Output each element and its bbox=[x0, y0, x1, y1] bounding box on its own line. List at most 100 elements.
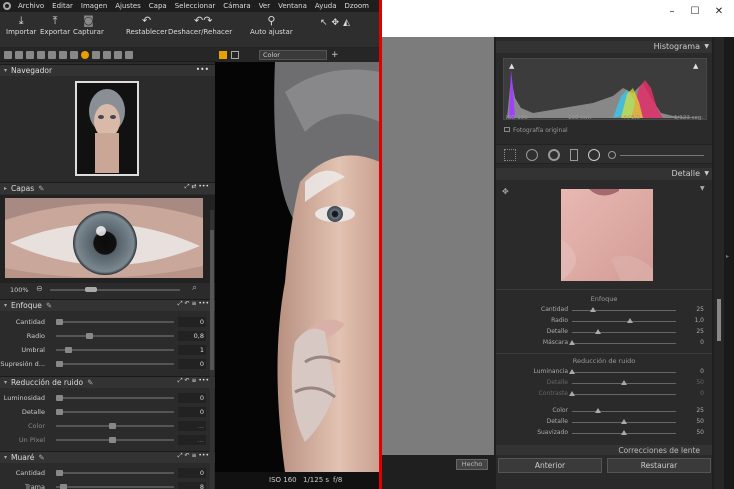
slider-track[interactable] bbox=[56, 472, 174, 474]
add-icon[interactable]: + bbox=[331, 50, 339, 60]
close-icon[interactable]: ✕ bbox=[709, 6, 729, 20]
slider-knob[interactable] bbox=[60, 484, 68, 489]
detail-slider-value[interactable]: 25 bbox=[678, 328, 704, 335]
exportar-button[interactable]: ⤒ Exportar bbox=[40, 14, 70, 36]
muare-header[interactable]: ▾ Muaré ✎ ⤢ ↶ ≡ ••• bbox=[0, 451, 215, 463]
pencil-icon[interactable]: ✎ bbox=[87, 378, 93, 387]
style-tab-icon[interactable] bbox=[70, 50, 78, 59]
slider-value-field[interactable]: 0 bbox=[178, 359, 206, 369]
detalle-header[interactable]: Detalle ▼ bbox=[496, 168, 712, 180]
detail-slider-knob[interactable] bbox=[621, 430, 627, 435]
slider-value-field[interactable]: 8 bbox=[178, 482, 206, 489]
slider-track[interactable] bbox=[56, 397, 174, 399]
chevron-right-icon[interactable]: ▸ bbox=[726, 253, 729, 260]
detail-slider-knob[interactable] bbox=[595, 408, 601, 413]
brush-icon[interactable] bbox=[608, 151, 616, 159]
detail-slider-knob[interactable] bbox=[569, 391, 575, 396]
slider-value-field[interactable]: ... bbox=[178, 421, 206, 431]
menu-ventana[interactable]: Ventana bbox=[274, 2, 311, 10]
eye-zoom-view[interactable] bbox=[5, 198, 203, 278]
deshacer-button[interactable]: ↶↷ Deshacer/Rehacer bbox=[168, 14, 232, 36]
detail-slider-knob[interactable] bbox=[621, 380, 627, 385]
target-adjust-icon[interactable]: ✥ bbox=[502, 187, 509, 196]
menu-editar[interactable]: Editar bbox=[48, 2, 77, 10]
detail-slider-value[interactable]: 50 bbox=[678, 418, 704, 425]
capture-tab-icon[interactable] bbox=[15, 50, 23, 59]
detail-slider-knob[interactable] bbox=[569, 369, 575, 374]
loupe-area[interactable] bbox=[382, 37, 494, 455]
slider-value-field[interactable]: 0 bbox=[178, 407, 206, 417]
detail-slider-track[interactable] bbox=[572, 343, 676, 344]
zoom-slider[interactable] bbox=[50, 289, 180, 291]
slider-value-field[interactable]: ... bbox=[178, 435, 206, 445]
zoom-slider-knob[interactable] bbox=[85, 287, 97, 292]
menu-ver[interactable]: Ver bbox=[255, 2, 274, 10]
panel-actions-icon[interactable]: ⤢ ↶ ≡ ••• bbox=[178, 452, 209, 460]
red-eye-icon[interactable] bbox=[548, 149, 560, 161]
spot-removal-icon[interactable] bbox=[526, 149, 538, 161]
graduated-filter-icon[interactable] bbox=[570, 149, 578, 161]
auto-ajustar-button[interactable]: ⚲ Auto ajustar bbox=[250, 14, 293, 36]
restaurar-button[interactable]: Restaurar bbox=[607, 458, 711, 473]
capturar-button[interactable]: ◙ Capturar bbox=[73, 14, 104, 36]
restablecer-button[interactable]: ↶ Restablecer bbox=[126, 14, 167, 36]
panel-actions-icon[interactable]: ⤢ ⇄ ••• bbox=[185, 183, 209, 191]
slider-track[interactable] bbox=[56, 335, 174, 337]
left-panel-scrollbar[interactable] bbox=[210, 210, 214, 489]
slider-track[interactable] bbox=[56, 411, 174, 413]
pencil-icon[interactable]: ✎ bbox=[38, 184, 44, 193]
slider-value-field[interactable]: 0,8 bbox=[178, 331, 206, 341]
slider-knob[interactable] bbox=[64, 347, 72, 353]
detail-slider-track[interactable] bbox=[572, 321, 676, 322]
more-icon[interactable]: ••• bbox=[196, 65, 209, 74]
menu-dzoom[interactable]: Dzoom bbox=[341, 2, 373, 10]
enfoque-header[interactable]: ▾ Enfoque ✎ ⤢ ↶ ≡ ••• bbox=[0, 299, 215, 311]
panel-actions-icon[interactable]: ⤢ ↶ ≡ ••• bbox=[178, 377, 209, 385]
maximize-icon[interactable]: ☐ bbox=[685, 6, 705, 20]
reduccion-header[interactable]: ▾ Reducción de ruido ✎ ⤢ ↶ ≡ ••• bbox=[0, 376, 215, 388]
detail-preview[interactable] bbox=[561, 189, 653, 281]
slider-knob[interactable] bbox=[85, 333, 93, 339]
slider-knob[interactable] bbox=[56, 319, 63, 325]
slider-knob[interactable] bbox=[56, 470, 63, 476]
slider-value-field[interactable]: 0 bbox=[178, 393, 206, 403]
cursor-tools-icon[interactable]: ↖✥◭ bbox=[320, 18, 354, 28]
detail-slider-value[interactable]: 50 bbox=[678, 429, 704, 436]
slider-knob[interactable] bbox=[109, 423, 117, 429]
detail-slider-value[interactable]: 0 bbox=[678, 339, 704, 346]
search-icon[interactable]: ⌕ bbox=[192, 283, 197, 293]
fotografia-original-toggle[interactable]: Fotografía original bbox=[504, 127, 568, 134]
slider-knob[interactable] bbox=[56, 409, 63, 415]
capas-header[interactable]: ▸ Capas ✎ ⤢ ⇄ ••• bbox=[0, 182, 215, 194]
slider-knob[interactable] bbox=[56, 361, 63, 367]
detail-slider-track[interactable] bbox=[572, 411, 676, 412]
checkbox-icon[interactable] bbox=[504, 127, 510, 132]
radial-filter-icon[interactable] bbox=[588, 149, 600, 161]
adjustments-tab-icon[interactable] bbox=[92, 50, 100, 59]
slider-value-field[interactable]: 1 bbox=[178, 345, 206, 355]
metadata-tab-icon[interactable] bbox=[103, 50, 111, 59]
slider-track[interactable] bbox=[56, 321, 174, 323]
menu-capa[interactable]: Capa bbox=[145, 2, 171, 10]
detail-slider-track[interactable] bbox=[572, 394, 676, 395]
crop-icon[interactable] bbox=[504, 149, 516, 161]
navegador-header[interactable]: ▾ Navegador ••• bbox=[0, 64, 215, 76]
library-tab-icon[interactable] bbox=[4, 50, 12, 59]
detail-slider-track[interactable] bbox=[572, 332, 676, 333]
grid-view-icon[interactable] bbox=[219, 51, 227, 59]
slider-track[interactable] bbox=[56, 486, 174, 488]
slider-track[interactable] bbox=[56, 363, 174, 365]
photo-viewer[interactable]: ISO 160 1/125 s f/8 bbox=[215, 62, 380, 489]
correcciones-header[interactable]: Correcciones de lente bbox=[496, 445, 712, 455]
right-scrollbar[interactable] bbox=[714, 37, 724, 489]
single-view-icon[interactable] bbox=[231, 51, 239, 59]
detail-slider-value[interactable]: 0 bbox=[678, 390, 704, 397]
slider-track[interactable] bbox=[56, 349, 174, 351]
menu-ajustes[interactable]: Ajustes bbox=[111, 2, 145, 10]
slider-knob[interactable] bbox=[56, 395, 63, 401]
menu-ayuda[interactable]: Ayuda bbox=[311, 2, 341, 10]
slider-knob[interactable] bbox=[109, 437, 117, 443]
detail-slider-value[interactable]: 25 bbox=[678, 306, 704, 313]
minimize-icon[interactable]: – bbox=[662, 6, 682, 20]
output-tab-icon[interactable] bbox=[114, 50, 122, 59]
